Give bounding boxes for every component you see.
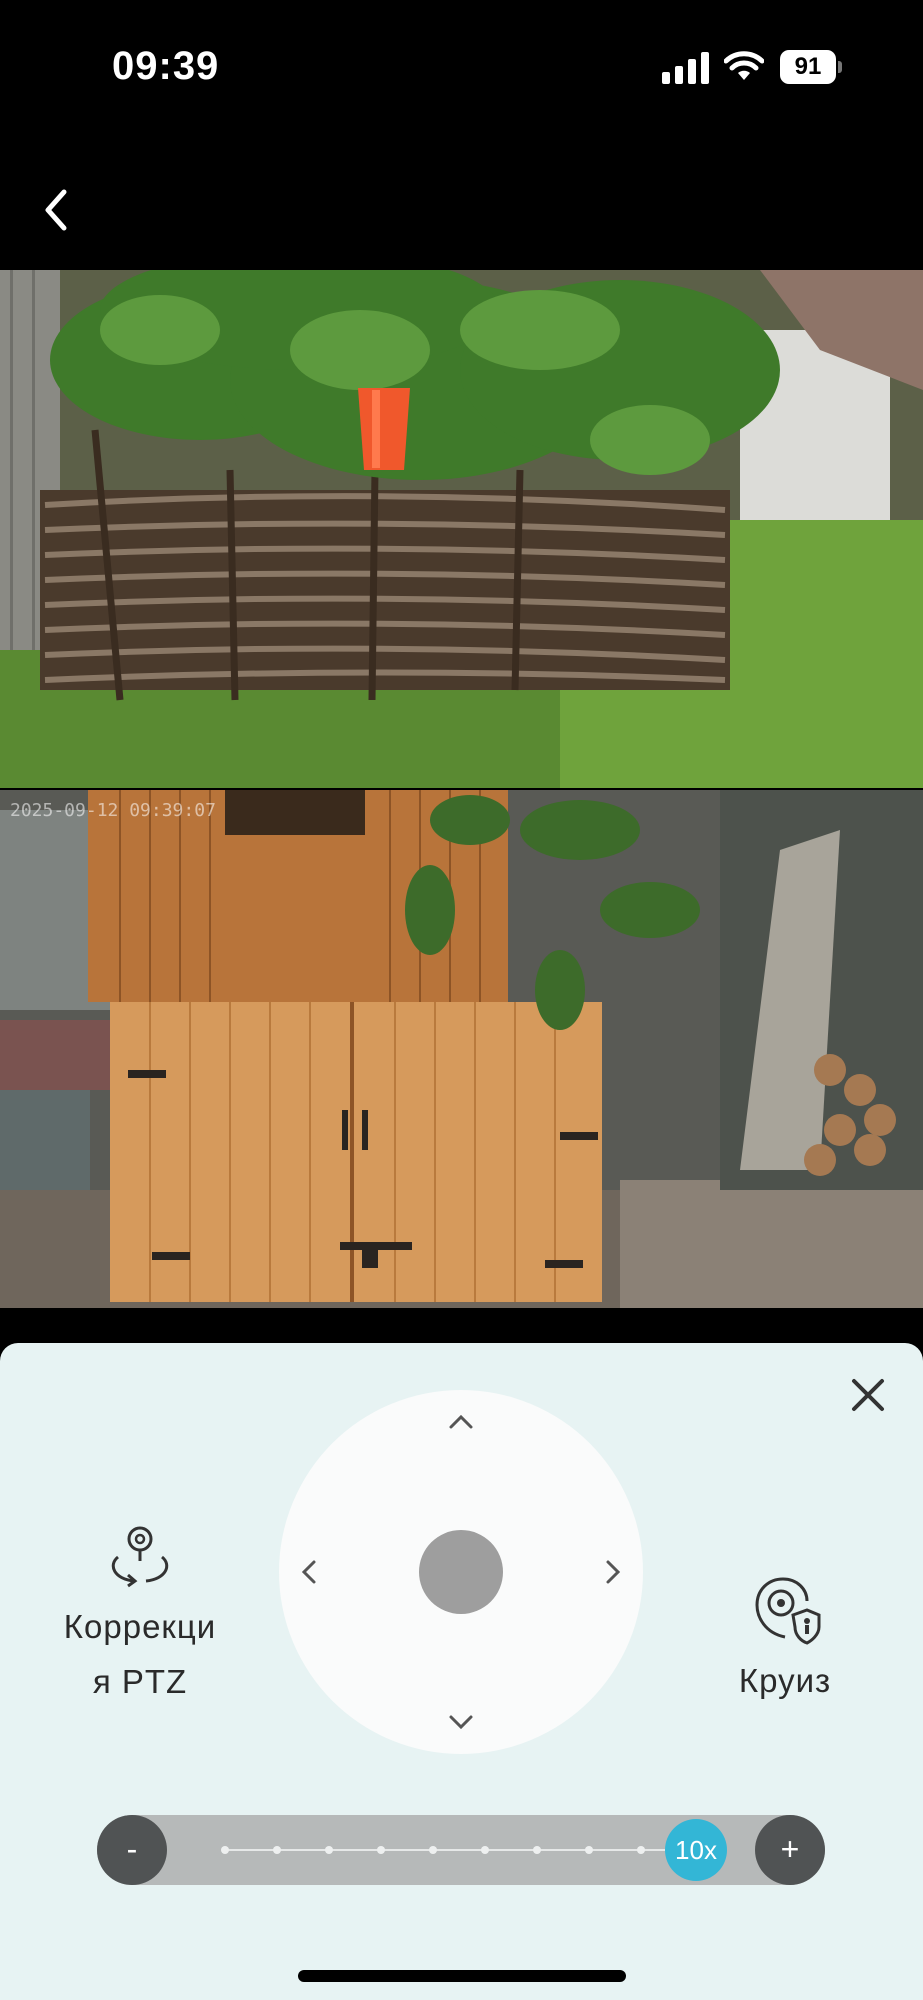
ptz-control-panel: Коррекци я PTZ Круиз - 10x +	[0, 1343, 923, 2000]
home-indicator	[298, 1970, 626, 1982]
zoom-out-button[interactable]: -	[97, 1815, 167, 1885]
battery-level: 91	[780, 50, 836, 84]
ptz-correction-button[interactable]: Коррекци я PTZ	[30, 1523, 250, 1709]
cruise-label: Круиз	[738, 1662, 832, 1699]
zoom-in-button[interactable]: +	[755, 1815, 825, 1885]
back-button[interactable]	[36, 180, 76, 240]
close-icon[interactable]	[846, 1373, 890, 1417]
zoom-slider[interactable]: - 10x +	[97, 1815, 825, 1885]
zoom-tick	[221, 1846, 229, 1854]
camera-view-bottom	[0, 790, 923, 1308]
chevron-down-icon[interactable]	[441, 1702, 481, 1742]
ptz-correction-label-line1: Коррекци	[63, 1608, 217, 1645]
zoom-tick	[273, 1846, 281, 1854]
battery-icon: 91	[780, 50, 842, 84]
battery-tip	[838, 61, 842, 73]
zoom-tick	[533, 1846, 541, 1854]
camera-view-top	[0, 270, 923, 788]
chevron-left-icon[interactable]	[289, 1552, 329, 1592]
ptz-correction-icon	[111, 1526, 169, 1588]
video-feed[interactable]: 2025-09-12 09:39:07	[0, 270, 923, 1308]
zoom-tick	[429, 1846, 437, 1854]
chevron-right-icon[interactable]	[593, 1552, 633, 1592]
zoom-tick	[481, 1846, 489, 1854]
status-bar: 09:39 91	[0, 0, 923, 140]
chevron-up-icon[interactable]	[441, 1402, 481, 1442]
nav-bar	[0, 140, 923, 270]
zoom-tick	[585, 1846, 593, 1854]
zoom-level-thumb[interactable]: 10x	[665, 1819, 727, 1881]
joystick-knob[interactable]	[419, 1530, 503, 1614]
zoom-tick	[377, 1846, 385, 1854]
status-time: 09:39	[112, 44, 220, 88]
cellular-signal-icon	[662, 52, 709, 84]
wifi-icon	[724, 51, 764, 80]
ptz-joystick[interactable]	[279, 1390, 643, 1754]
cruise-button[interactable]: Круиз	[700, 1573, 870, 1708]
ptz-correction-label-line2: я PTZ	[92, 1663, 188, 1700]
cruise-icon	[755, 1577, 821, 1645]
osd-timestamp: 2025-09-12 09:39:07	[10, 800, 216, 821]
zoom-tick	[637, 1846, 645, 1854]
zoom-scale-line	[225, 1849, 665, 1851]
zoom-tick	[325, 1846, 333, 1854]
